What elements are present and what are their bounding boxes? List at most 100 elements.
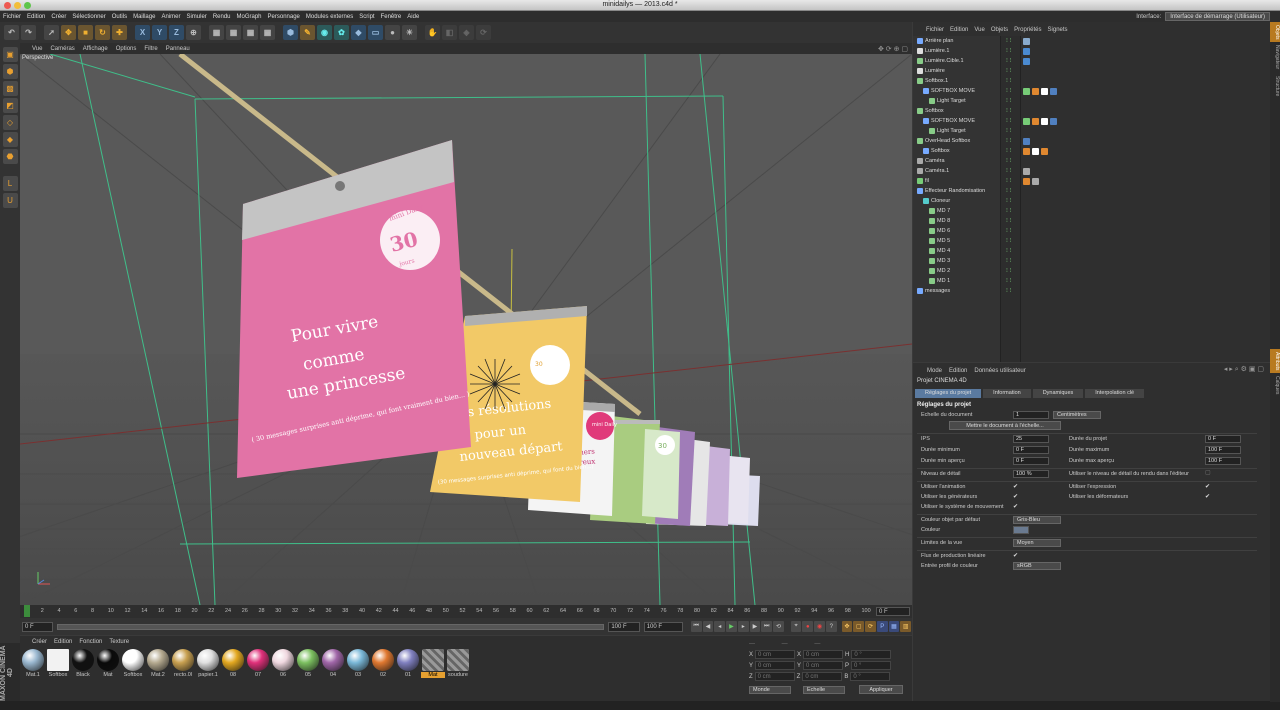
object-visibility-dots[interactable]: ⁝ ⁝ (1006, 57, 1011, 64)
object-visibility-dots[interactable]: ⁝ ⁝ (1006, 177, 1011, 184)
mvt-checkbox[interactable]: ✔ (1013, 503, 1018, 510)
object-row[interactable]: MD 6 (913, 226, 950, 236)
coords-value-field[interactable]: 0 ° (851, 650, 892, 659)
edges-icon[interactable]: ◆ (2, 132, 18, 147)
key-rotation-icon[interactable]: ⟳ (865, 621, 876, 632)
menu-selectionner[interactable]: Sélectionner (72, 14, 105, 20)
tag-icon[interactable] (1041, 117, 1048, 125)
timeline-window-icon[interactable]: ▥ (900, 621, 912, 632)
obj-menu-vue[interactable]: Vue (974, 27, 984, 33)
camera-icon[interactable]: ● (385, 25, 400, 40)
start-frame-field[interactable]: 0 F (22, 621, 54, 632)
menu-modules-externes[interactable]: Modules externes (306, 14, 353, 20)
scale-document-button[interactable]: Mettre le document à l'échelle... (949, 421, 1061, 430)
render-picture-viewer-icon[interactable]: ▦ (226, 25, 241, 40)
tab-information[interactable]: Information (983, 389, 1031, 398)
object-visibility-dots[interactable]: ⁝ ⁝ (1006, 67, 1011, 74)
material-item[interactable]: Softbox (46, 649, 70, 678)
record-icon[interactable]: ● (802, 621, 814, 632)
interface-dropdown[interactable]: Interface de démarrage (Utilisateur) (1165, 12, 1270, 21)
material-item[interactable]: 07 (246, 649, 270, 678)
points-mode-icon[interactable]: ✋ (425, 25, 440, 40)
object-visibility-dots[interactable]: ⁝ ⁝ (1006, 187, 1011, 194)
polygons-mode-icon[interactable]: ◈ (459, 25, 474, 40)
render-view-icon[interactable]: ▦ (209, 25, 224, 40)
limites-dropdown[interactable]: Moyen (1013, 539, 1061, 547)
object-row[interactable]: Caméra.1 (913, 166, 949, 176)
material-item[interactable]: Mat.2 (146, 649, 170, 678)
go-to-start-icon[interactable]: ⏮ (690, 621, 702, 632)
next-frame-icon[interactable]: ▸ (737, 621, 749, 632)
material-item[interactable]: Mat (96, 649, 120, 678)
render-settings-icon[interactable]: ▦ (243, 25, 258, 40)
object-visibility-dots[interactable]: ⁝ ⁝ (1006, 167, 1011, 174)
attr-menu-mode[interactable]: Mode (927, 368, 942, 374)
object-row[interactable]: Lumière.Cible.1 (913, 56, 964, 66)
object-visibility-dots[interactable]: ⁝ ⁝ (1006, 237, 1011, 244)
duree-projet-field[interactable]: 0 F (1205, 435, 1241, 443)
range-slider[interactable] (57, 623, 605, 630)
object-row[interactable]: MD 7 (913, 206, 950, 216)
tab-interpolation[interactable]: Interpolation clé (1085, 389, 1145, 398)
magnet-icon[interactable]: U (2, 193, 18, 208)
coords-value-field[interactable]: 0 cm (755, 661, 796, 670)
timeline-playhead[interactable] (24, 605, 30, 617)
menu-animer[interactable]: Animer (161, 14, 180, 20)
go-to-end-icon[interactable]: ⏭ (761, 621, 773, 632)
object-row[interactable]: messages (913, 286, 950, 296)
material-item[interactable]: Mat.1 (21, 649, 45, 678)
tag-icon[interactable] (1023, 177, 1030, 185)
object-visibility-dots[interactable]: ⁝ ⁝ (1006, 147, 1011, 154)
object-row[interactable]: SOFTBOX MOVE (913, 116, 975, 126)
axis-mode-icon[interactable]: ◩ (2, 98, 18, 113)
material-item[interactable]: 02 (371, 649, 395, 678)
material-item[interactable]: 06 (271, 649, 295, 678)
view-menu-vue[interactable]: Vue (32, 46, 42, 52)
menu-outils[interactable]: Outils (112, 14, 127, 20)
key-pla-icon[interactable]: ▦ (888, 621, 900, 632)
timeline-frame-readout[interactable]: 0 F (876, 607, 910, 616)
tag-icon[interactable] (1032, 147, 1039, 155)
tag-icon[interactable] (1041, 147, 1048, 155)
obj-menu-proprietes[interactable]: Propriétés (1014, 27, 1041, 33)
material-item[interactable]: 08 (221, 649, 245, 678)
menu-fenetre[interactable]: Fenêtre (381, 14, 402, 20)
obj-menu-signets[interactable]: Signets (1048, 27, 1068, 33)
keyframe-selection-icon[interactable]: ⌖ (790, 621, 802, 632)
material-item[interactable]: Black (71, 649, 95, 678)
object-visibility-dots[interactable]: ⁝ ⁝ (1006, 217, 1011, 224)
object-row[interactable]: fil (913, 176, 929, 186)
add-object-icon[interactable]: ✚ (112, 25, 127, 40)
y-axis-icon[interactable]: Y (152, 25, 167, 40)
object-row[interactable]: Light Target (913, 96, 966, 106)
mat-menu-texture[interactable]: Texture (109, 639, 129, 645)
edit-render-settings-icon[interactable]: ▦ (260, 25, 275, 40)
object-row[interactable]: Softbox.1 (913, 76, 948, 86)
end-frame-field[interactable]: 100 F (643, 621, 683, 632)
tab-navigateur[interactable]: Navigateur (1270, 42, 1280, 72)
model-mode-icon[interactable]: ⬢ (2, 64, 18, 79)
view-menu-cameras[interactable]: Caméras (50, 46, 74, 52)
anim-checkbox[interactable]: ✔ (1013, 483, 1018, 490)
menu-creer[interactable]: Créer (51, 14, 66, 20)
x-axis-icon[interactable]: X (135, 25, 150, 40)
menu-script[interactable]: Script (359, 14, 374, 20)
coords-mode-dropdown[interactable]: Monde (749, 685, 791, 694)
object-visibility-dots[interactable]: ⁝ ⁝ (1006, 197, 1011, 204)
move-tool-icon[interactable]: ✥ (61, 25, 76, 40)
tab-calques[interactable]: Calques (1270, 373, 1280, 397)
object-visibility-dots[interactable]: ⁝ ⁝ (1006, 127, 1011, 134)
object-row[interactable]: Softbox (913, 146, 950, 156)
tag-icon[interactable] (1023, 57, 1030, 65)
tag-icon[interactable] (1032, 177, 1039, 185)
current-frame-field[interactable]: 100 F (608, 621, 640, 632)
z-axis-icon[interactable]: Z (169, 25, 184, 40)
object-visibility-dots[interactable]: ⁝ ⁝ (1006, 277, 1011, 284)
menu-fichier[interactable]: Fichier (3, 14, 21, 20)
couleur-obj-dropdown[interactable]: Gris-Bleu (1013, 516, 1061, 524)
view-menu-filtre[interactable]: Filtre (144, 46, 157, 52)
material-item[interactable]: 01 (396, 649, 420, 678)
material-item[interactable]: recto.0l (171, 649, 195, 678)
doc-scale-field[interactable]: 1 (1013, 411, 1049, 419)
mat-menu-creer[interactable]: Créer (32, 639, 47, 645)
